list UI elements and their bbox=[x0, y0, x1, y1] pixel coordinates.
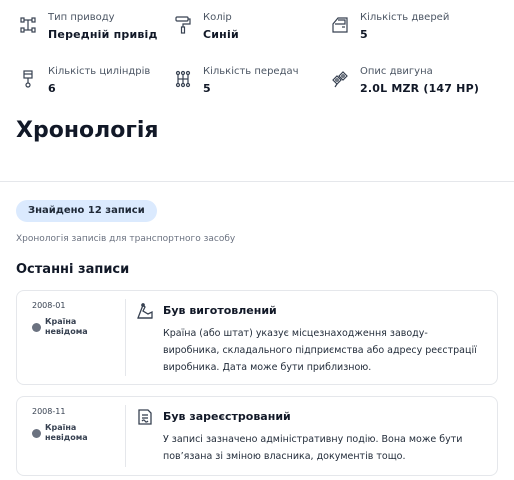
spec-value: Синій bbox=[203, 28, 239, 41]
registration-document-icon bbox=[136, 408, 154, 426]
records-found-badge: Знайдено 12 записи bbox=[16, 200, 157, 222]
record-description: У записі зазначено адміністративну подію… bbox=[163, 434, 463, 462]
history-record-card[interactable]: 2008-11 Країна невідома Був зареєстрован… bbox=[16, 396, 498, 476]
spec-value: 5 bbox=[203, 82, 211, 95]
spec-value: 5 bbox=[360, 28, 368, 41]
spec-label: Кількість дверей bbox=[360, 12, 450, 23]
spec-value: 2.0L MZR (147 HP) bbox=[360, 82, 480, 95]
recent-records-title: Останні записи bbox=[16, 262, 130, 277]
engine-icon bbox=[332, 70, 348, 88]
cylinder-icon bbox=[20, 70, 36, 88]
paint-roller-icon bbox=[175, 16, 191, 34]
history-record-card[interactable]: 2008-01 Країна невідома Був виготовлений… bbox=[16, 290, 498, 385]
spec-label: Тип приводу bbox=[48, 12, 115, 23]
factory-icon bbox=[136, 302, 154, 320]
spec-label: Опис двигуна bbox=[360, 66, 433, 77]
gearshift-icon bbox=[175, 70, 191, 88]
car-door-icon bbox=[332, 16, 348, 34]
record-date: 2008-01 bbox=[32, 301, 66, 310]
globe-icon bbox=[32, 323, 41, 332]
spec-value: 6 bbox=[48, 82, 56, 95]
vehicle-specs: Тип приводу Передній привід Колір Синій … bbox=[0, 0, 514, 110]
record-description: Країна (або штат) указує місцезнаходженн… bbox=[163, 328, 477, 373]
record-title: Був зареєстрований bbox=[163, 410, 291, 423]
history-subtitle: Хронологія записів для транспортного зас… bbox=[16, 234, 236, 244]
record-location-text: Країна невідома bbox=[45, 317, 88, 336]
record-title: Був виготовлений bbox=[163, 304, 277, 317]
page-title: Хронологія bbox=[16, 118, 159, 143]
spec-value: Передній привід bbox=[48, 28, 158, 41]
record-separator bbox=[125, 299, 126, 376]
record-date: 2008-11 bbox=[32, 407, 66, 416]
spec-label: Кількість циліндрів bbox=[48, 66, 151, 77]
record-location-text: Країна невідома bbox=[45, 423, 88, 442]
record-separator bbox=[125, 405, 126, 467]
drivetrain-icon bbox=[20, 16, 36, 34]
globe-icon bbox=[32, 429, 41, 438]
spec-label: Колір bbox=[203, 12, 232, 23]
section-divider bbox=[0, 181, 514, 182]
spec-label: Кількість передач bbox=[203, 66, 299, 77]
